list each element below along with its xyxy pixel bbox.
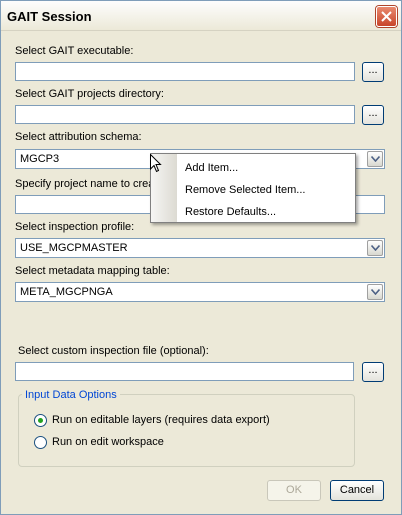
projects-directory-label: Select GAIT projects directory: <box>15 88 164 100</box>
attribution-schema-value: MGCP3 <box>20 153 60 165</box>
executable-input[interactable] <box>15 62 355 81</box>
inspection-profile-select[interactable]: USE_MGCPMASTER <box>15 238 385 258</box>
chevron-down-icon[interactable] <box>367 151 383 167</box>
title-bar[interactable]: GAIT Session <box>1 1 401 31</box>
chevron-down-icon[interactable] <box>367 284 383 300</box>
mouse-pointer-icon <box>150 153 162 176</box>
cancel-button[interactable]: Cancel <box>330 480 384 501</box>
ok-button[interactable]: OK <box>267 480 321 501</box>
custom-inspection-input[interactable] <box>15 362 354 381</box>
metadata-mapping-value: META_MGCPNGA <box>20 286 113 298</box>
chevron-down-icon[interactable] <box>367 240 383 256</box>
radio-editable-layers[interactable] <box>34 414 47 427</box>
inspection-profile-value: USE_MGCPMASTER <box>20 242 128 254</box>
input-data-options-group <box>18 394 355 467</box>
radio-edit-workspace[interactable] <box>34 436 47 449</box>
browse-custom-inspection-button[interactable]: ... <box>362 362 384 382</box>
window-title: GAIT Session <box>7 9 92 24</box>
metadata-mapping-label: Select metadata mapping table: <box>15 265 170 277</box>
menu-item-remove-selected[interactable]: Remove Selected Item... <box>185 184 305 196</box>
custom-inspection-label: Select custom inspection file (optional)… <box>18 345 209 357</box>
radio-edit-workspace-label[interactable]: Run on edit workspace <box>52 436 164 448</box>
menu-item-add[interactable]: Add Item... <box>185 162 238 174</box>
projects-directory-input[interactable] <box>15 105 355 124</box>
executable-label: Select GAIT executable: <box>15 45 134 57</box>
project-name-label: Specify project name to crea <box>15 178 155 190</box>
context-menu: Add Item... Remove Selected Item... Rest… <box>150 153 356 223</box>
radio-selected-dot <box>38 418 43 423</box>
close-button[interactable] <box>376 6 397 27</box>
gait-session-dialog: GAIT Session Select GAIT executable: ...… <box>0 0 402 515</box>
browse-projects-directory-button[interactable]: ... <box>362 105 384 125</box>
radio-editable-layers-label[interactable]: Run on editable layers (requires data ex… <box>52 414 270 426</box>
browse-executable-button[interactable]: ... <box>362 62 384 82</box>
metadata-mapping-select[interactable]: META_MGCPNGA <box>15 282 385 302</box>
inspection-profile-label: Select inspection profile: <box>15 221 135 233</box>
input-data-options-legend: Input Data Options <box>22 389 120 401</box>
menu-item-restore-defaults[interactable]: Restore Defaults... <box>185 206 276 218</box>
attribution-schema-label: Select attribution schema: <box>15 131 142 143</box>
